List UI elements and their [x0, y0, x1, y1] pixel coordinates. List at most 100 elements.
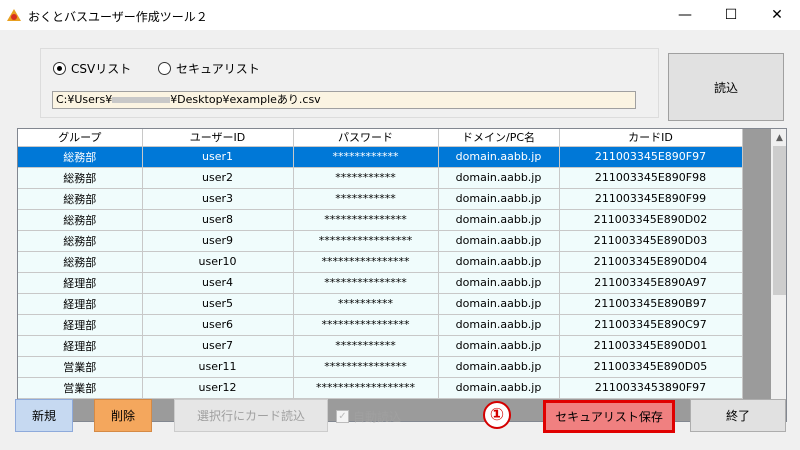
- redacted-username: [112, 97, 171, 103]
- table-row[interactable]: 総務部 user3 *********** domain.aabb.jp 211…: [18, 188, 743, 210]
- cell-password[interactable]: ****************: [293, 314, 439, 336]
- cell-cardid[interactable]: 211003345E890C97: [559, 314, 743, 336]
- cell-cardid[interactable]: 2110033453890F97: [559, 377, 743, 399]
- table-row[interactable]: 総務部 user1 ************ domain.aabb.jp 21…: [18, 146, 743, 168]
- table-row[interactable]: 経理部 user5 ********** domain.aabb.jp 2110…: [18, 293, 743, 315]
- column-header-userid[interactable]: ユーザーID: [142, 129, 294, 147]
- cell-domain[interactable]: domain.aabb.jp: [438, 251, 560, 273]
- cell-domain[interactable]: domain.aabb.jp: [438, 230, 560, 252]
- cell-group[interactable]: 営業部: [18, 377, 143, 399]
- cell-domain[interactable]: domain.aabb.jp: [438, 293, 560, 315]
- cell-password[interactable]: ***********: [293, 335, 439, 357]
- user-grid[interactable]: グループ ユーザーID パスワード ドメイン/PC名 カードID 総務部 use…: [17, 128, 787, 422]
- cell-cardid[interactable]: 211003345E890B97: [559, 293, 743, 315]
- cell-cardid[interactable]: 211003345E890D04: [559, 251, 743, 273]
- cell-group[interactable]: 経理部: [18, 314, 143, 336]
- cell-userid[interactable]: user4: [142, 272, 294, 294]
- cell-cardid[interactable]: 211003345E890F98: [559, 167, 743, 189]
- auto-read-checkbox[interactable]: ✓ 自動読込: [336, 408, 401, 425]
- cell-cardid[interactable]: 211003345E890D05: [559, 356, 743, 378]
- column-header-group[interactable]: グループ: [18, 129, 143, 147]
- cell-domain[interactable]: domain.aabb.jp: [438, 167, 560, 189]
- cell-cardid[interactable]: 211003345E890F99: [559, 188, 743, 210]
- table-row[interactable]: 総務部 user8 *************** domain.aabb.jp…: [18, 209, 743, 231]
- radio-unselected-icon: [158, 62, 171, 75]
- cell-userid[interactable]: user7: [142, 335, 294, 357]
- column-header-password[interactable]: パスワード: [293, 129, 439, 147]
- cell-password[interactable]: ******************: [293, 377, 439, 399]
- path-suffix: ¥Desktop¥exampleあり.csv: [170, 93, 321, 106]
- table-row[interactable]: 総務部 user2 *********** domain.aabb.jp 211…: [18, 167, 743, 189]
- cell-domain[interactable]: domain.aabb.jp: [438, 314, 560, 336]
- cell-group[interactable]: 経理部: [18, 335, 143, 357]
- delete-button[interactable]: 削除: [94, 399, 152, 432]
- title-bar: おくとバスユーザー作成ツール２ — ☐ ✕: [0, 0, 800, 30]
- cell-userid[interactable]: user12: [142, 377, 294, 399]
- table-row[interactable]: 経理部 user6 **************** domain.aabb.j…: [18, 314, 743, 336]
- cell-domain[interactable]: domain.aabb.jp: [438, 377, 560, 399]
- cell-domain[interactable]: domain.aabb.jp: [438, 188, 560, 210]
- column-header-domain[interactable]: ドメイン/PC名: [438, 129, 560, 147]
- cell-domain[interactable]: domain.aabb.jp: [438, 335, 560, 357]
- table-row[interactable]: 総務部 user9 ***************** domain.aabb.…: [18, 230, 743, 252]
- close-button[interactable]: ✕: [754, 0, 800, 30]
- minimize-button[interactable]: —: [662, 0, 708, 30]
- cell-cardid[interactable]: 211003345E890D03: [559, 230, 743, 252]
- cell-cardid[interactable]: 211003345E890A97: [559, 272, 743, 294]
- read-button[interactable]: 読込: [668, 53, 784, 121]
- cell-userid[interactable]: user10: [142, 251, 294, 273]
- cell-password[interactable]: *****************: [293, 230, 439, 252]
- checkmark-icon: ✓: [336, 410, 349, 423]
- column-header-cardid[interactable]: カードID: [559, 129, 743, 147]
- table-row[interactable]: 経理部 user7 *********** domain.aabb.jp 211…: [18, 335, 743, 357]
- cell-userid[interactable]: user6: [142, 314, 294, 336]
- maximize-button[interactable]: ☐: [708, 0, 754, 30]
- cell-password[interactable]: ************: [293, 146, 439, 168]
- cell-group[interactable]: 経理部: [18, 293, 143, 315]
- cell-domain[interactable]: domain.aabb.jp: [438, 209, 560, 231]
- cell-password[interactable]: ***************: [293, 209, 439, 231]
- radio-csv-list[interactable]: CSVリスト: [53, 60, 131, 77]
- table-row[interactable]: 営業部 user12 ****************** domain.aab…: [18, 377, 743, 399]
- cell-password[interactable]: ***************: [293, 356, 439, 378]
- radio-secure-list[interactable]: セキュアリスト: [158, 60, 260, 77]
- read-card-to-selected-row-button[interactable]: 選択行にカード読込: [174, 399, 328, 432]
- cell-cardid[interactable]: 211003345E890F97: [559, 146, 743, 168]
- cell-group[interactable]: 総務部: [18, 167, 143, 189]
- cell-group[interactable]: 経理部: [18, 272, 143, 294]
- cell-userid[interactable]: user3: [142, 188, 294, 210]
- cell-userid[interactable]: user11: [142, 356, 294, 378]
- cell-group[interactable]: 総務部: [18, 146, 143, 168]
- scroll-thumb[interactable]: [773, 146, 786, 295]
- cell-userid[interactable]: user9: [142, 230, 294, 252]
- cell-cardid[interactable]: 211003345E890D02: [559, 209, 743, 231]
- cell-userid[interactable]: user5: [142, 293, 294, 315]
- cell-cardid[interactable]: 211003345E890D01: [559, 335, 743, 357]
- cell-password[interactable]: ***********: [293, 188, 439, 210]
- cell-password[interactable]: ***************: [293, 272, 439, 294]
- table-row[interactable]: 経理部 user4 *************** domain.aabb.jp…: [18, 272, 743, 294]
- cell-userid[interactable]: user1: [142, 146, 294, 168]
- cell-password[interactable]: **********: [293, 293, 439, 315]
- radio-secure-label: セキュアリスト: [176, 62, 260, 76]
- cell-domain[interactable]: domain.aabb.jp: [438, 272, 560, 294]
- cell-password[interactable]: ***********: [293, 167, 439, 189]
- file-path-field[interactable]: C:¥Users¥ ¥Desktop¥exampleあり.csv: [52, 91, 636, 109]
- save-secure-list-button[interactable]: セキュアリスト保存: [543, 400, 675, 433]
- cell-group[interactable]: 総務部: [18, 188, 143, 210]
- cell-group[interactable]: 総務部: [18, 251, 143, 273]
- new-button[interactable]: 新規: [15, 399, 73, 432]
- cell-domain[interactable]: domain.aabb.jp: [438, 146, 560, 168]
- table-row[interactable]: 営業部 user11 *************** domain.aabb.j…: [18, 356, 743, 378]
- table-row[interactable]: 総務部 user10 **************** domain.aabb.…: [18, 251, 743, 273]
- cell-domain[interactable]: domain.aabb.jp: [438, 356, 560, 378]
- scroll-up-arrow-icon[interactable]: ▲: [771, 129, 786, 146]
- cell-userid[interactable]: user2: [142, 167, 294, 189]
- vertical-scrollbar[interactable]: ▲ ▼: [771, 129, 786, 421]
- cell-password[interactable]: ****************: [293, 251, 439, 273]
- cell-group[interactable]: 営業部: [18, 356, 143, 378]
- cell-group[interactable]: 総務部: [18, 209, 143, 231]
- cell-userid[interactable]: user8: [142, 209, 294, 231]
- exit-button[interactable]: 終了: [690, 399, 786, 432]
- cell-group[interactable]: 総務部: [18, 230, 143, 252]
